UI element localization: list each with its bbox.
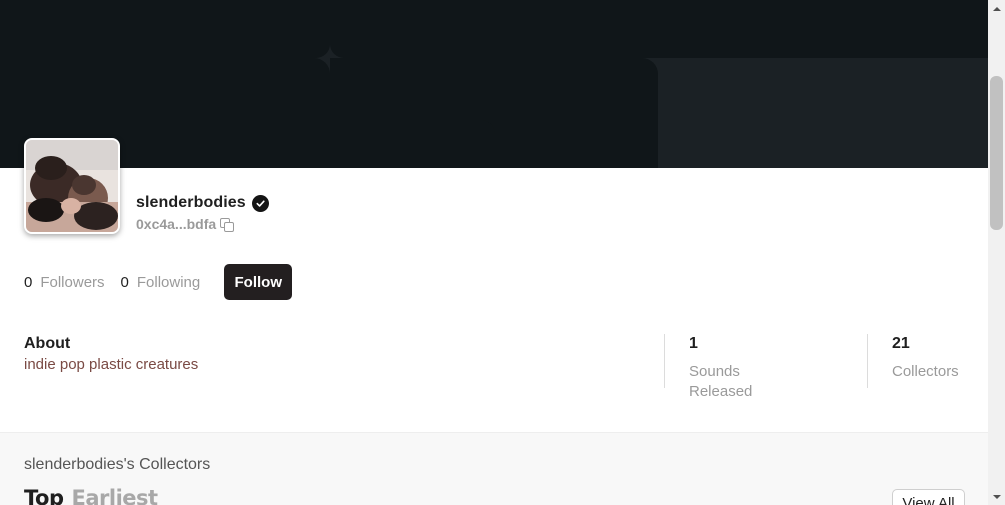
scroll-up-arrow-icon[interactable] [988, 0, 1005, 17]
scroll-down-arrow-icon[interactable] [988, 488, 1005, 505]
about-text: indie pop plastic creatures [24, 356, 199, 373]
collectors-label: Collectors [892, 363, 959, 380]
metric-label-line: Sounds [689, 363, 740, 380]
copy-icon[interactable] [220, 217, 235, 232]
collectors-tabs: Top Earliest [24, 486, 158, 505]
view-all-button[interactable]: View All [892, 489, 965, 505]
banner-shape [330, 120, 495, 168]
sounds-released-metric: 1 Sounds Released [689, 335, 752, 402]
banner-shape [0, 0, 330, 58]
followers-count: 0 [24, 273, 33, 291]
sounds-released-label: Sounds Released [689, 362, 752, 402]
follow-stats: 0 Followers 0 Following Follow [24, 264, 293, 300]
about-heading: About [24, 335, 71, 352]
sounds-released-value: 1 [689, 335, 698, 352]
profile-name-row: slenderbodies [136, 194, 269, 212]
about-section: About indie pop plastic creatures [24, 335, 198, 373]
following-count: 0 [120, 273, 129, 291]
avatar-photo [26, 140, 118, 232]
collectors-title: slenderbodies's Collectors [24, 456, 211, 473]
wallet-row: 0xc4a...bdfa [136, 216, 235, 232]
tab-earliest[interactable]: Earliest [72, 486, 159, 505]
username: slenderbodies [136, 194, 246, 211]
collectors-section: slenderbodies's Collectors Top Earliest … [0, 432, 988, 505]
collectors-metric: 21 Collectors [892, 335, 959, 382]
followers-link[interactable]: 0 Followers [24, 274, 105, 291]
followers-label: Followers [40, 273, 105, 291]
following-link[interactable]: 0 Following [121, 274, 201, 291]
avatar[interactable] [24, 138, 120, 234]
collectors-value: 21 [892, 335, 910, 352]
following-label: Following [136, 273, 201, 291]
wallet-address: 0xc4a...bdfa [136, 216, 217, 232]
scrollbar-thumb[interactable] [990, 76, 1003, 230]
metric-label-line: Released [689, 383, 753, 400]
vertical-scrollbar[interactable] [988, 0, 1005, 505]
divider [867, 334, 868, 388]
divider [664, 334, 665, 388]
verified-badge-icon [251, 194, 269, 212]
profile-page: slenderbodies 0xc4a...bdfa 0 Followers 0… [0, 0, 988, 505]
profile-banner [0, 0, 988, 168]
banner-shape [330, 0, 988, 58]
tab-top[interactable]: Top [24, 486, 64, 505]
follow-button[interactable]: Follow [224, 264, 293, 300]
